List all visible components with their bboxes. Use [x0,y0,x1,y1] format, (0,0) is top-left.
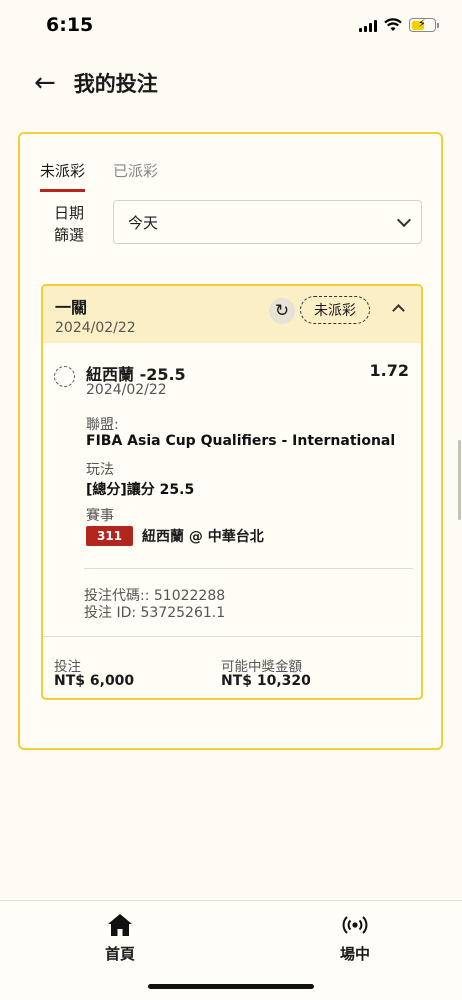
date-filter-label: 日期 篩選 [54,202,84,246]
scrollbar[interactable] [458,440,461,520]
date-filter-label-line2: 篩選 [54,226,85,244]
league-label: 聯盟: [86,417,119,433]
tab-unsettled[interactable]: 未派彩 [40,160,86,192]
bet-id: 投注 ID: 53725261.1 [84,605,226,621]
bets-panel: 未派彩 已派彩 日期 篩選 今天 一關 2024/02/22 ↻ 未派彩 紐西蘭… [18,132,443,750]
signal-icon [359,19,377,32]
tab-settled[interactable]: 已派彩 [113,160,158,192]
battery-icon: ⚡ [409,17,439,32]
pending-status-icon [54,366,75,387]
nav-home-label: 首頁 [104,945,135,963]
status-bar: 6:15 ⚡ [0,0,462,50]
nav-home[interactable]: 首頁 [80,913,160,964]
payout-value: NT$ 10,320 [221,673,311,689]
back-arrow-icon[interactable]: ← [34,70,56,96]
divider [43,636,421,637]
event-code-badge: 311 [86,526,133,546]
selection-odds: 1.72 [369,361,409,380]
status-icons: ⚡ [359,17,439,32]
event-label: 賽事 [86,508,114,524]
page-header: ← 我的投注 [0,58,462,108]
status-badge: 未派彩 [300,296,370,324]
refresh-icon: ↻ [274,301,290,321]
event-row: 311 紐西蘭 @ 中華台北 [86,526,264,546]
league-value: FIBA Asia Cup Qualifiers - International [86,433,396,449]
wifi-icon [384,18,402,31]
refresh-button[interactable]: ↻ [269,298,295,324]
bet-card: 一關 2024/02/22 ↻ 未派彩 紐西蘭 -25.5 1.72 2024/… [41,284,423,700]
status-time: 6:15 [46,14,94,36]
bet-tabs: 未派彩 已派彩 [40,160,158,192]
divider [84,568,413,569]
stake-label: 投注 [54,659,81,675]
market-label: 玩法 [86,462,114,478]
event-name: 紐西蘭 @ 中華台北 [142,529,264,545]
stake-value: NT$ 6,000 [54,673,135,689]
live-broadcast-icon [342,916,368,934]
nav-live[interactable]: 場中 [315,913,395,964]
chevron-down-icon [396,212,412,227]
date-filter-select[interactable]: 今天 [113,200,422,244]
date-filter-label-line1: 日期 [54,204,85,222]
page-title: 我的投注 [73,72,158,96]
market-value: [總分]讓分 25.5 [86,482,195,498]
home-icon [108,914,132,936]
selection-date: 2024/02/22 [86,382,167,398]
nav-live-label: 場中 [339,945,370,963]
home-indicator [148,984,314,989]
bet-card-header[interactable]: 一關 2024/02/22 ↻ 未派彩 [43,286,421,343]
date-filter-value: 今天 [128,213,159,232]
payout-label: 可能中獎金額 [221,659,302,675]
